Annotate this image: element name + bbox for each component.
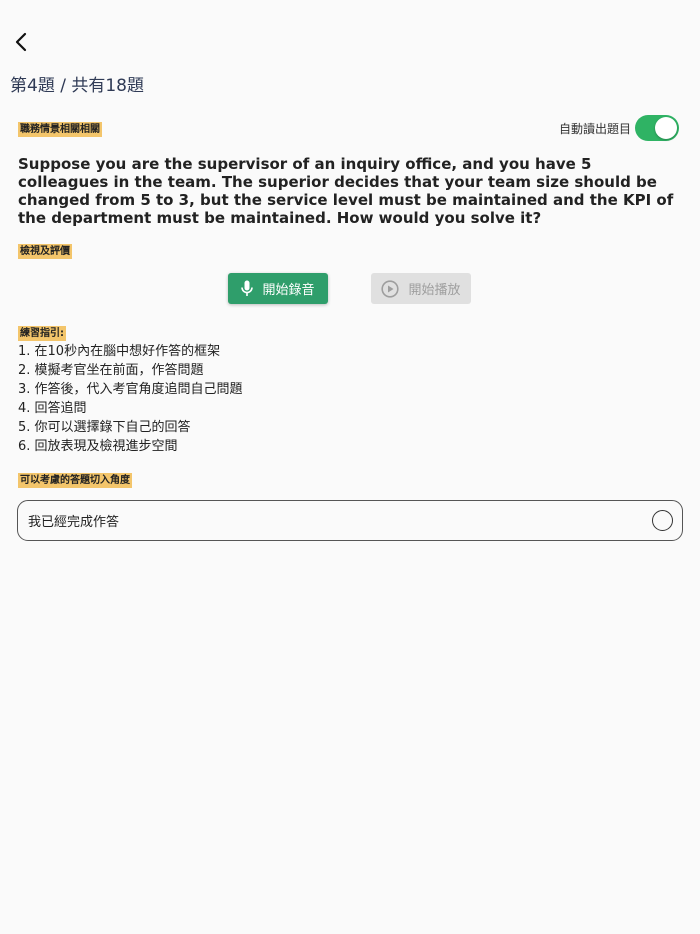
guide-item: 2. 模擬考官坐在前面，作答問題 — [18, 363, 204, 378]
answer-complete-label: 我已經完成作答 — [28, 515, 120, 530]
question-text: Suppose you are the supervisor of an inq… — [18, 155, 674, 227]
guide-item: 6. 回放表現及檢視進步空間 — [18, 439, 178, 454]
autoread-toggle[interactable] — [635, 115, 679, 141]
start-playback-label: 開始播放 — [408, 283, 461, 298]
toggle-knob — [655, 117, 677, 139]
practice-guide-list: 1. 在10秒內在腦中想好作答的框架 2. 模擬考官坐在前面，作答問題 3. 作… — [18, 342, 243, 456]
autoread-setting: 自動讀出題目 — [559, 115, 679, 141]
answer-complete-radio[interactable] — [652, 510, 673, 531]
review-section-title: 檢視及評價 — [18, 244, 72, 259]
question-category-tag: 職務情景相關相關 — [18, 122, 102, 137]
guide-item: 1. 在10秒內在腦中想好作答的框架 — [18, 344, 221, 359]
answer-complete-option[interactable]: 我已經完成作答 — [17, 500, 683, 541]
microphone-icon — [241, 280, 254, 297]
answer-angles-title: 可以考慮的答題切入角度 — [18, 473, 132, 488]
start-recording-label: 開始錄音 — [262, 283, 315, 298]
practice-guide-title: 練習指引: — [18, 326, 66, 341]
start-recording-button[interactable]: 開始錄音 — [228, 273, 328, 304]
play-circle-icon — [381, 279, 400, 298]
guide-item: 4. 回答追問 — [18, 401, 87, 416]
chevron-left-icon — [15, 32, 27, 52]
question-progress: 第4題 / 共有18題 — [10, 76, 144, 96]
autoread-label: 自動讀出題目 — [558, 121, 631, 136]
guide-item: 5. 你可以選擇錄下自己的回答 — [18, 420, 191, 435]
start-playback-button[interactable]: 開始播放 — [371, 273, 471, 304]
back-button[interactable] — [8, 28, 34, 56]
guide-item: 3. 作答後，代入考官角度追問自己問題 — [18, 382, 243, 397]
